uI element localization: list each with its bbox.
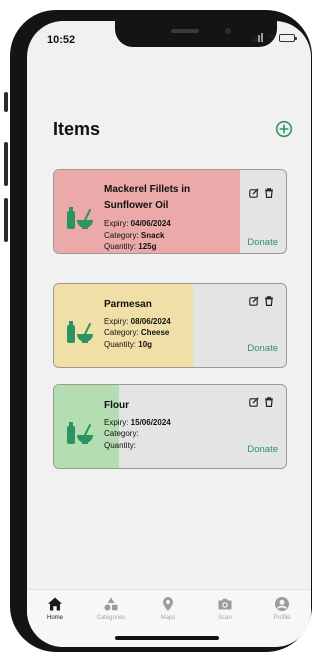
category-label: Category: <box>104 230 141 240</box>
item-category: Category: <box>104 428 204 440</box>
donate-button[interactable]: Donate <box>247 237 278 248</box>
quantity-label: Quantity: <box>104 440 137 450</box>
category-label: Category: <box>104 429 139 438</box>
wifi-icon <box>266 34 276 42</box>
cellular-signal-icon <box>252 33 263 42</box>
item-expiry: Expiry: 15/06/2024 <box>104 417 204 429</box>
expiry-label: Expiry: <box>104 316 131 326</box>
phone-side-button <box>4 142 8 186</box>
app-screen: 10:52 Items Mackerel Fillets in Sunflowe… <box>27 21 311 647</box>
trash-icon[interactable] <box>264 188 274 198</box>
tab-profile[interactable]: Profile <box>254 596 310 621</box>
map-pin-icon <box>163 597 173 611</box>
expiry-label: Expiry: <box>104 219 131 228</box>
item-quantity: Quantity: 10g <box>104 339 204 351</box>
trash-icon[interactable] <box>264 397 274 407</box>
item-category: Category: Cheese <box>104 327 204 339</box>
expiry-value: 04/06/2024 <box>130 219 171 228</box>
expiry-value: 15/06/2024 <box>130 417 171 427</box>
item-name: Parmesan <box>104 299 152 310</box>
item-card[interactable]: Mackerel Fillets in Sunflower Oil Expiry… <box>53 169 287 254</box>
item-card[interactable]: Flour Expiry: 15/06/2024 Category: Quant… <box>53 384 287 469</box>
item-details: Mackerel Fillets in Sunflower Oil Expiry… <box>104 182 204 253</box>
trash-icon[interactable] <box>264 296 274 306</box>
speaker-grille <box>171 29 199 33</box>
bottom-tab-bar: Home Categories Maps Scan Profile <box>27 589 311 647</box>
item-card[interactable]: Parmesan Expiry: 08/06/2024 Category: Ch… <box>53 283 287 368</box>
tab-maps[interactable]: Maps <box>140 596 196 621</box>
page-title: Items <box>53 119 101 139</box>
home-icon <box>48 597 62 611</box>
card-actions <box>249 188 274 198</box>
jar-bowl-icon <box>67 321 93 343</box>
tab-home[interactable]: Home <box>27 596 83 621</box>
battery-icon <box>279 33 297 42</box>
tab-categories[interactable]: Categories <box>83 596 139 621</box>
item-details: Parmesan Expiry: 08/06/2024 Category: Ch… <box>104 297 204 350</box>
category-label: Category: <box>104 328 141 337</box>
jar-bowl-icon <box>67 422 93 444</box>
item-name: Mackerel Fillets in Sunflower Oil <box>104 184 191 211</box>
tab-label: Categories <box>96 615 126 621</box>
quantity-label: Quantity: <box>104 242 139 251</box>
tab-label: Maps <box>160 615 176 621</box>
item-quantity: Quantity: <box>104 440 204 452</box>
camera-icon <box>218 598 232 610</box>
donate-button[interactable]: Donate <box>247 343 278 354</box>
status-icons <box>252 33 297 42</box>
tab-scan[interactable]: Scan <box>197 596 253 621</box>
expiry-value: 08/06/2024 <box>130 316 171 326</box>
quantity-value: 125g <box>138 242 157 251</box>
category-value: Cheese <box>140 328 170 337</box>
quantity-label: Quantity: <box>104 339 139 349</box>
phone-side-button <box>4 92 8 112</box>
item-quantity: Quantity: 125g <box>104 241 204 253</box>
plus-circle-icon[interactable] <box>275 120 293 138</box>
edit-icon[interactable] <box>249 397 259 407</box>
category-value: Snack <box>140 230 165 240</box>
phone-side-button <box>4 198 8 242</box>
tab-label: Profile <box>273 615 291 621</box>
item-category: Category: Snack <box>104 230 204 242</box>
item-expiry: Expiry: 04/06/2024 <box>104 218 204 230</box>
edit-icon[interactable] <box>249 188 259 198</box>
expiry-label: Expiry: <box>104 417 131 427</box>
quantity-value: 10g <box>138 339 153 349</box>
home-indicator <box>115 636 219 640</box>
edit-icon[interactable] <box>249 296 259 306</box>
front-camera <box>225 28 231 34</box>
tab-label: Home <box>46 615 63 621</box>
item-name: Flour <box>104 400 129 411</box>
item-details: Flour Expiry: 15/06/2024 Category: Quant… <box>104 398 204 451</box>
profile-icon <box>275 597 289 611</box>
card-actions <box>249 296 274 306</box>
status-time: 10:52 <box>47 34 76 46</box>
tab-label: Scan <box>218 615 232 621</box>
shapes-icon <box>104 597 118 611</box>
jar-bowl-icon <box>67 207 93 229</box>
item-expiry: Expiry: 08/06/2024 <box>104 316 204 328</box>
donate-button[interactable]: Donate <box>247 444 278 455</box>
card-actions <box>249 397 274 407</box>
